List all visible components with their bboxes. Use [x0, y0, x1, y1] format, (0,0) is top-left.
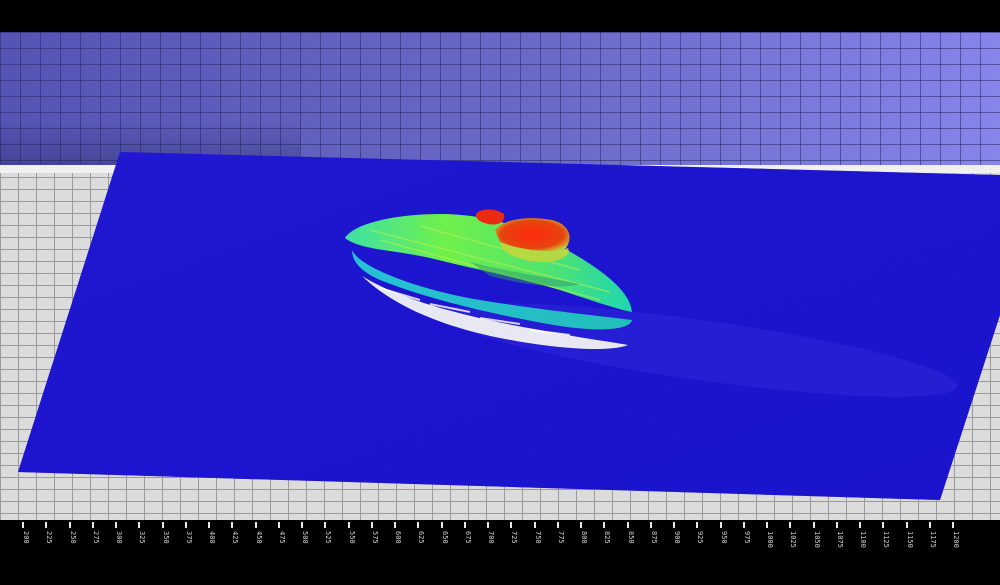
axis-tick-label: 1025 [789, 531, 797, 548]
axis-tick-mark [580, 522, 582, 528]
axis-tick-mark [185, 522, 187, 528]
axis-tick-label: 600 [394, 531, 402, 544]
axis-tick-mark [394, 522, 396, 528]
axis-tick-mark [882, 522, 884, 528]
axis-tick-label: 850 [627, 531, 635, 544]
axis-tick-label: 425 [231, 531, 239, 544]
axis-tick-label: 1000 [766, 531, 774, 548]
axis-tick-label: 1200 [952, 531, 960, 548]
axis-tick-mark [510, 522, 512, 528]
axis-tick-mark [324, 522, 326, 528]
axis-tick-label: 1150 [906, 531, 914, 548]
axis-tick-mark [278, 522, 280, 528]
axis-tick-label: 325 [138, 531, 146, 544]
axis-tick-label: 825 [603, 531, 611, 544]
axis-tick-label: 800 [580, 531, 588, 544]
axis-tick-mark [162, 522, 164, 528]
axis-tick-mark [906, 522, 908, 528]
axis-tick-mark [627, 522, 629, 528]
axis-tick-label: 925 [696, 531, 704, 544]
axis-tick-mark [534, 522, 536, 528]
axis-tick-mark [441, 522, 443, 528]
axis-tick-mark [952, 522, 954, 528]
axis-tick-mark [859, 522, 861, 528]
axis-tick-label: 1050 [813, 531, 821, 548]
axis-tick-mark [417, 522, 419, 528]
axis-tick-mark [464, 522, 466, 528]
axis-tick-mark [836, 522, 838, 528]
axis-tick-label: 625 [417, 531, 425, 544]
axis-tick-mark [720, 522, 722, 528]
axis-tick-label: 525 [324, 531, 332, 544]
axis-tick-label: 1175 [929, 531, 937, 548]
axis-tick-label: 650 [441, 531, 449, 544]
axis-tick-mark [557, 522, 559, 528]
axis-tick-label: 375 [185, 531, 193, 544]
point-cloud-viewport[interactable]: 200 225 250 275 300 325 350 375 400 425 450 475 500 5… [0, 0, 1000, 585]
axis-tick-mark [371, 522, 373, 528]
depth-axis-bar [0, 520, 1000, 585]
axis-tick-mark [696, 522, 698, 528]
axis-tick-mark [789, 522, 791, 528]
axis-tick-mark [22, 522, 24, 528]
axis-tick-label: 1125 [882, 531, 890, 548]
axis-tick-label: 350 [162, 531, 170, 544]
axis-tick-label: 500 [301, 531, 309, 544]
axis-tick-label: 475 [278, 531, 286, 544]
axis-tick-label: 550 [348, 531, 356, 544]
axis-tick-label: 875 [650, 531, 658, 544]
axis-tick-label: 200 [22, 531, 30, 544]
axis-tick-mark [650, 522, 652, 528]
axis-tick-label: 675 [464, 531, 472, 544]
axis-tick-mark [487, 522, 489, 528]
axis-tick-mark [231, 522, 233, 528]
axis-tick-label: 950 [720, 531, 728, 544]
axis-tick-mark [929, 522, 931, 528]
axis-tick-label: 975 [743, 531, 751, 544]
axis-tick-label: 225 [45, 531, 53, 544]
axis-tick-label: 575 [371, 531, 379, 544]
axis-tick-mark [115, 522, 117, 528]
axis-tick-label: 750 [534, 531, 542, 544]
axis-tick-label: 300 [115, 531, 123, 544]
sonar-point-cloud[interactable] [0, 0, 1000, 585]
axis-tick-label: 700 [487, 531, 495, 544]
axis-tick-mark [813, 522, 815, 528]
axis-tick-mark [603, 522, 605, 528]
axis-tick-label: 275 [92, 531, 100, 544]
axis-tick-mark [348, 522, 350, 528]
axis-tick-mark [208, 522, 210, 528]
axis-tick-mark [69, 522, 71, 528]
axis-tick-mark [743, 522, 745, 528]
axis-tick-label: 400 [208, 531, 216, 544]
axis-tick-mark [301, 522, 303, 528]
axis-tick-mark [45, 522, 47, 528]
axis-tick-mark [255, 522, 257, 528]
axis-tick-mark [766, 522, 768, 528]
axis-tick-label: 1075 [836, 531, 844, 548]
axis-tick-label: 1100 [859, 531, 867, 548]
axis-tick-mark [673, 522, 675, 528]
axis-tick-label: 900 [673, 531, 681, 544]
axis-tick-mark [92, 522, 94, 528]
axis-tick-label: 250 [69, 531, 77, 544]
axis-tick-label: 450 [255, 531, 263, 544]
axis-tick-mark [138, 522, 140, 528]
axis-tick-label: 725 [510, 531, 518, 544]
axis-tick-label: 775 [557, 531, 565, 544]
